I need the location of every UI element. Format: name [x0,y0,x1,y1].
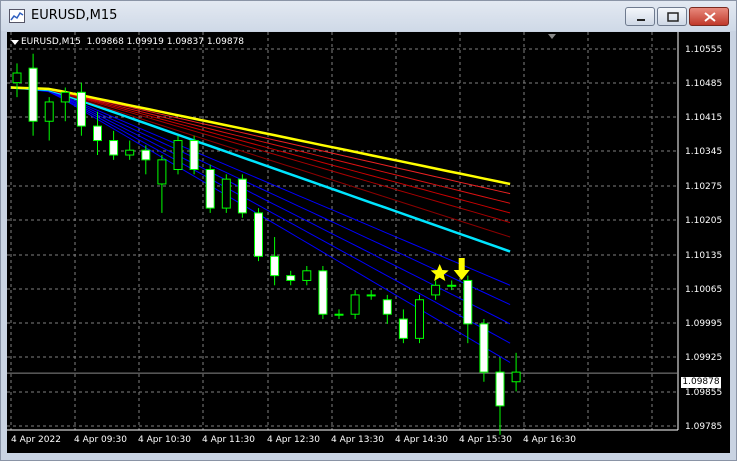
bull-candle [302,270,312,281]
bull-candle [12,72,22,84]
restore-icon [667,12,679,22]
price-tick: 1.09855 [685,388,723,398]
price-tick: 1.10065 [685,285,723,295]
price-tick: 1.10555 [685,45,723,55]
bear-candle [382,299,392,315]
bull-candle [511,371,521,383]
bull-candle [60,91,70,103]
time-label: 4 Apr 2022 [11,435,61,445]
bear-candle [463,279,473,325]
time-label: 4 Apr 12:30 [267,435,320,445]
bull-candle [415,299,424,339]
price-chart[interactable]: EURUSD,M15 1.09868 1.09919 1.09837 1.098… [7,32,730,453]
bear-candle [28,67,38,122]
maximize-button[interactable] [657,7,687,26]
bull-candle [221,178,231,209]
symbol-name: EURUSD,M15 [21,37,81,47]
minimize-icon [637,19,645,21]
bear-candle [495,371,505,407]
bear-candle [270,255,280,277]
close-icon [704,12,716,22]
bull-candle [447,284,457,287]
bull-candle [173,140,183,170]
bull-candle [334,313,344,316]
star-icon [430,264,449,281]
minimize-button[interactable] [625,7,655,26]
time-label: 4 Apr 13:30 [331,435,384,445]
price-tick: 1.10135 [685,251,723,261]
bear-candle [93,125,102,142]
bull-candle [350,294,360,315]
bear-candle [205,168,215,209]
symbol-header: EURUSD,M15 1.09868 1.09919 1.09837 1.098… [21,37,244,47]
bear-candle [254,212,263,257]
bear-candle [237,178,247,214]
bull-candle [157,159,167,185]
bull-candle [366,294,376,297]
bear-candle [318,270,328,315]
bear-candle [286,275,296,281]
price-tick: 1.09925 [685,353,723,363]
ohlc-values: 1.09868 1.09919 1.09837 1.09878 [86,37,245,47]
time-label: 4 Apr 15:30 [459,435,512,445]
time-label: 4 Apr 11:30 [202,435,255,445]
chart-canvas[interactable] [7,32,730,453]
time-label: 4 Apr 10:30 [138,435,191,445]
time-label: 4 Apr 14:30 [395,435,448,445]
bull-candle [125,149,135,156]
price-tick: 1.10275 [685,182,723,192]
price-tick: 1.10415 [685,113,723,123]
time-label: 4 Apr 16:30 [523,435,576,445]
bull-candle [431,284,441,296]
current-price-label: 1.09878 [681,377,721,388]
close-button[interactable] [689,7,729,26]
price-tick: 1.09995 [685,319,723,329]
price-tick: 1.10485 [685,79,723,89]
title-bar[interactable]: EURUSD,M15 [1,1,736,31]
symbol-menu-icon[interactable] [11,40,19,45]
price-tick: 1.09785 [685,422,723,432]
chart-window: EURUSD,M15 EURUSD,M15 1.09868 1.09919 1.… [0,0,737,461]
bear-candle [189,140,199,170]
bear-candle [109,140,119,156]
window-title: EURUSD,M15 [31,8,118,23]
price-tick: 1.10345 [685,147,723,157]
bear-candle [76,91,86,127]
chart-shift-icon[interactable] [548,34,556,39]
time-label: 4 Apr 09:30 [74,435,127,445]
chart-app-icon [9,9,25,23]
bear-candle [479,323,489,373]
bear-candle [141,149,151,161]
bear-candle [398,318,408,339]
bull-candle [44,101,54,122]
price-tick: 1.10205 [685,216,723,226]
